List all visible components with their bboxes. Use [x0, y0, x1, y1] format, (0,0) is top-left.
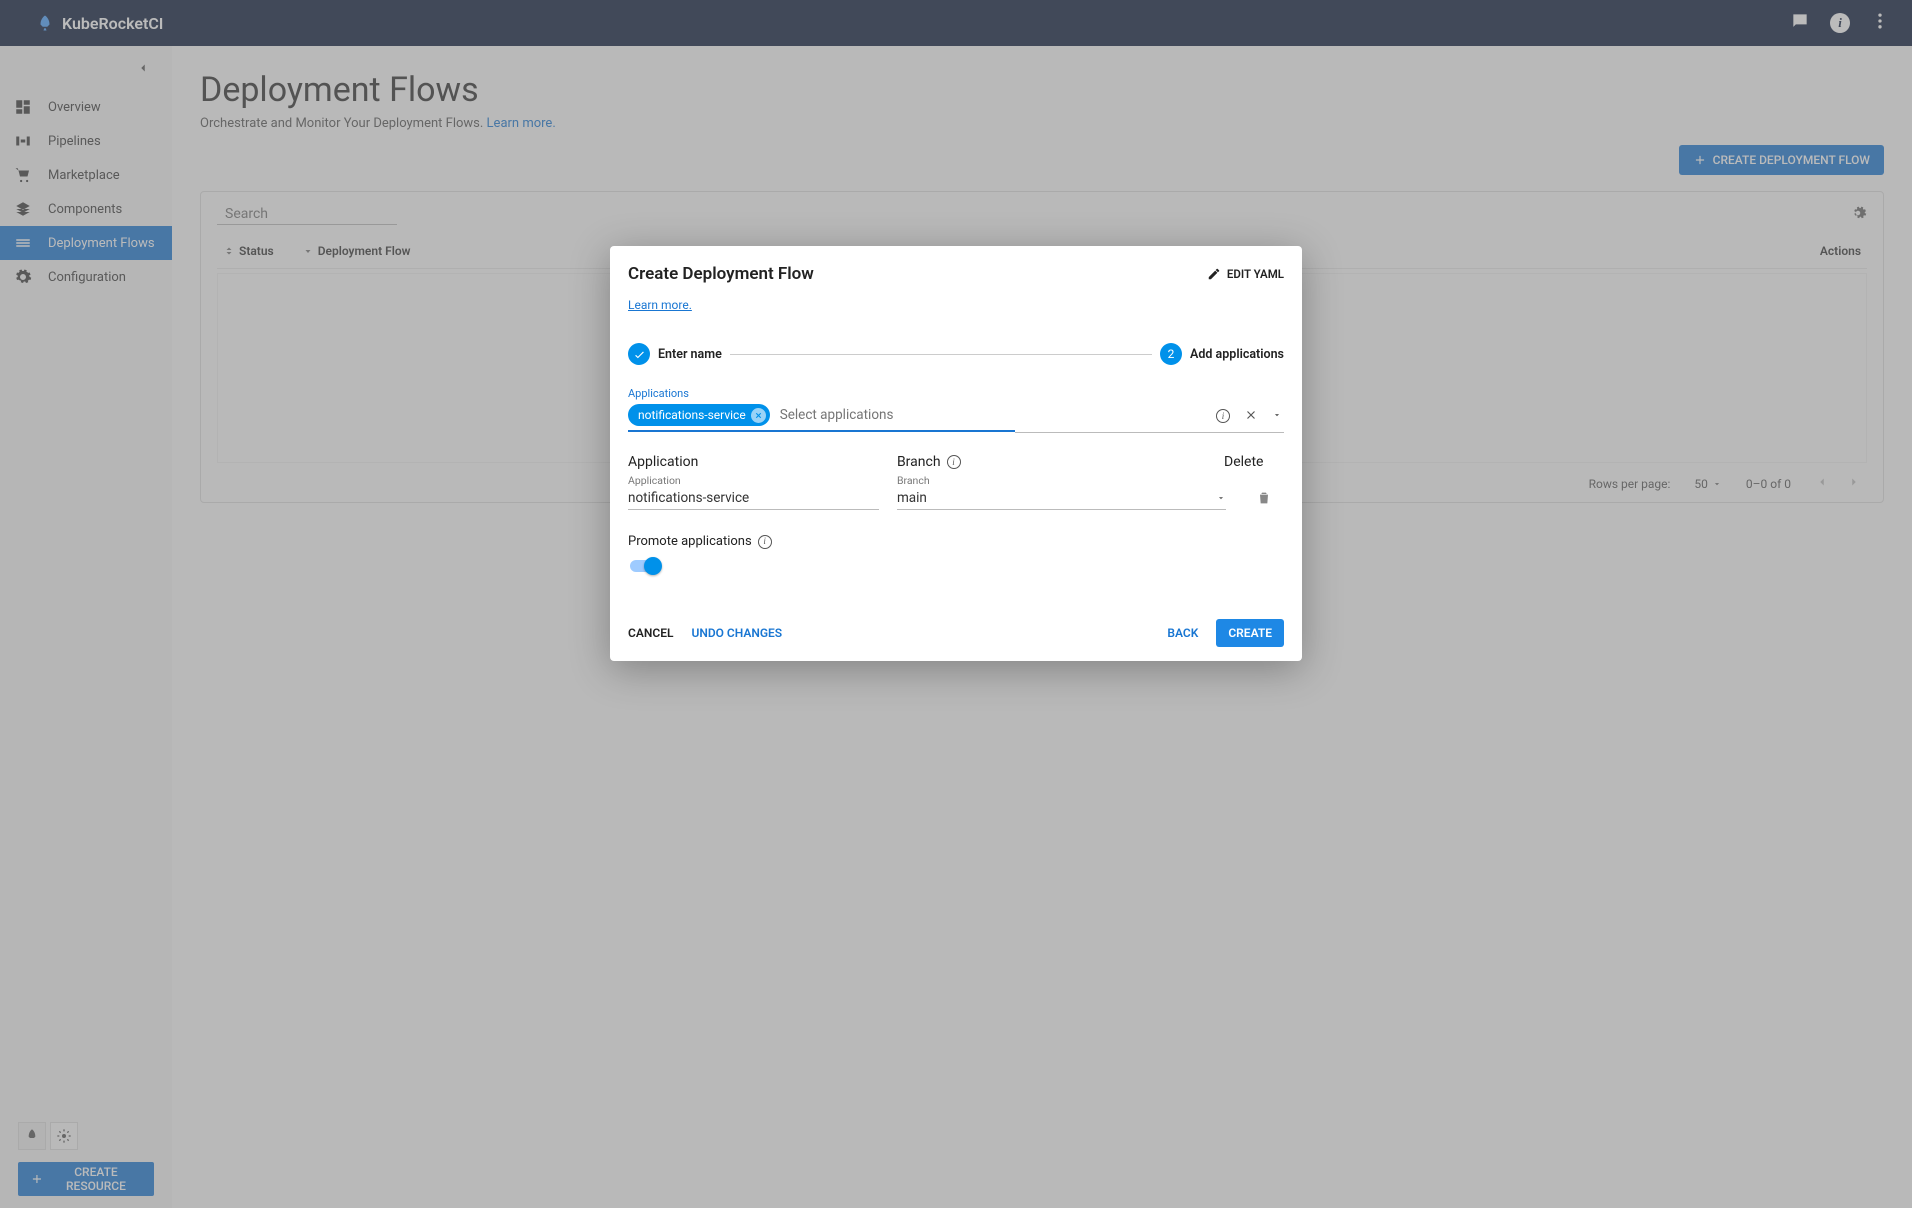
col-delete: Delete — [1224, 454, 1284, 470]
delete-row-button[interactable] — [1244, 490, 1284, 510]
clear-icon[interactable] — [1244, 407, 1258, 426]
branch-select[interactable]: main — [897, 487, 1226, 510]
info-icon[interactable]: i — [1216, 409, 1230, 423]
step-2[interactable]: 2 Add applications — [1160, 343, 1284, 365]
branch-field-label: Branch — [897, 474, 1226, 487]
col-branch: Branch i — [897, 454, 1224, 470]
edit-yaml-button[interactable]: EDIT YAML — [1207, 267, 1284, 281]
app-field-label: Application — [628, 474, 879, 487]
check-icon — [633, 348, 646, 361]
trash-icon — [1256, 490, 1272, 506]
chevron-down-icon — [1216, 493, 1226, 503]
applications-label: Applications — [628, 387, 1284, 400]
create-button[interactable]: CREATE — [1216, 619, 1284, 647]
back-button[interactable]: BACK — [1167, 622, 1198, 644]
info-icon[interactable]: i — [947, 455, 961, 469]
info-icon[interactable]: i — [758, 535, 772, 549]
dialog-learn-more[interactable]: Learn more. — [628, 298, 692, 312]
dialog-title: Create Deployment Flow — [628, 264, 814, 284]
stepper: Enter name 2 Add applications — [628, 343, 1284, 365]
modal-scrim[interactable]: Create Deployment Flow EDIT YAML Learn m… — [0, 0, 1912, 1208]
chevron-down-icon — [1272, 408, 1282, 422]
close-icon — [754, 411, 763, 420]
cancel-button[interactable]: CANCEL — [628, 622, 673, 644]
promote-toggle[interactable] — [628, 557, 662, 575]
step-connector — [730, 354, 1152, 355]
app-field[interactable]: notifications-service — [628, 487, 879, 510]
create-flow-dialog: Create Deployment Flow EDIT YAML Learn m… — [610, 246, 1302, 661]
applications-select-input[interactable] — [776, 407, 1015, 423]
app-chip[interactable]: notifications-service — [628, 404, 770, 426]
undo-button[interactable]: UNDO CHANGES — [691, 622, 782, 644]
dropdown-icon[interactable] — [1272, 407, 1282, 426]
pencil-icon — [1207, 267, 1221, 281]
chip-remove[interactable] — [751, 408, 766, 423]
step-1[interactable]: Enter name — [628, 343, 722, 365]
col-application: Application — [628, 454, 897, 470]
promote-label: Promote applications i — [628, 534, 1284, 549]
